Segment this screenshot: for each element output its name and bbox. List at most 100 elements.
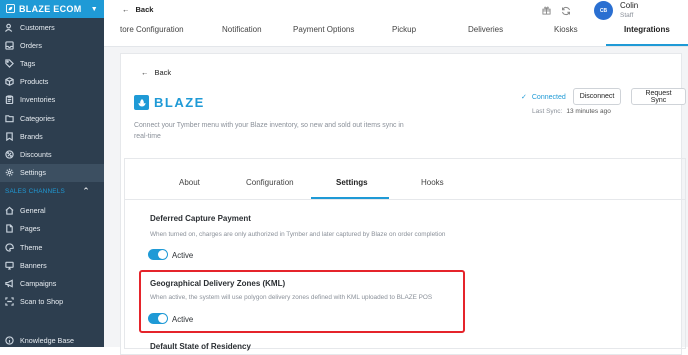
arrow-left-icon: ← (141, 68, 149, 77)
tab-about[interactable]: About (179, 178, 200, 187)
sidebar-item-general[interactable]: General (0, 202, 104, 220)
setting-description: When active, the system will use polygon… (150, 294, 433, 301)
tag-icon (5, 59, 14, 68)
sidebar-item-label: Inventories (20, 95, 56, 105)
inbox-icon (5, 41, 14, 50)
user-name[interactable]: Colin (620, 1, 638, 10)
disconnect-button[interactable]: Disconnect (573, 88, 621, 105)
brand-logo: BLAZE (134, 95, 205, 110)
settings-tabs: tore Configuration Notification Payment … (104, 20, 688, 46)
sidebar-item-campaigns[interactable]: Campaigns (0, 274, 104, 292)
check-icon: ✓ (521, 94, 527, 101)
last-sync: Last Sync: 13 minutes ago (532, 108, 611, 115)
back-label: Back (154, 68, 172, 77)
connection-status-label: Connected (531, 93, 566, 101)
sidebar: BLAZE ECOM ▼ Customers Orders Tags Produ… (0, 0, 104, 347)
info-icon (5, 335, 14, 345)
avatar[interactable]: CB (594, 1, 613, 20)
sidebar-item-label: Brands (20, 131, 43, 141)
back-label: Back (135, 5, 154, 14)
clipboard-icon (5, 95, 14, 105)
sidebar-item-label: Banners (20, 260, 47, 270)
card-back-button[interactable]: ← Back (141, 68, 171, 77)
last-sync-label: Last Sync: (532, 108, 563, 115)
integration-description: Connect your Tymber menu with your Blaze… (134, 122, 404, 140)
palette-icon (5, 242, 14, 252)
sidebar-item-label: Products (20, 77, 49, 87)
arrow-left-icon: ← (122, 5, 130, 14)
sidebar-item-pages[interactable]: Pages (0, 220, 104, 238)
refresh-icon[interactable] (561, 6, 571, 18)
sidebar-item-label: General (20, 206, 46, 216)
tab-kiosks[interactable]: Kiosks (554, 25, 578, 34)
bookmark-icon (6, 132, 13, 141)
tab-pickup[interactable]: Pickup (392, 25, 416, 34)
sidebar-item-label: Scan to Shop (20, 297, 64, 307)
sidebar-item-discounts[interactable]: Discounts (0, 145, 104, 163)
sidebar-item-knowledge-base[interactable]: Knowledge Base (0, 333, 104, 347)
user-role: Staff (620, 12, 634, 19)
gift-icon[interactable] (542, 6, 551, 18)
sidebar-item-scan-to-shop[interactable]: Scan to Shop (0, 293, 104, 311)
tab-settings[interactable]: Settings (336, 178, 368, 187)
gear-icon (5, 168, 14, 177)
sidebar-item-settings[interactable]: Settings (0, 163, 104, 182)
sidebar-item-label: Pages (20, 224, 41, 234)
back-button[interactable]: ← Back (122, 5, 153, 14)
app-logo-text: BLAZE ECOM (19, 4, 82, 14)
sidebar-item-categories[interactable]: Categories (0, 109, 104, 127)
sidebar-item-label: Settings (20, 168, 46, 178)
sidebar-item-label: Theme (20, 242, 43, 252)
toggle-knob (158, 314, 167, 323)
sidebar-item-label: Discounts (20, 149, 52, 159)
active-tab-indicator (606, 44, 688, 46)
sidebar-item-theme[interactable]: Theme (0, 238, 104, 256)
leaf-icon (5, 3, 15, 15)
deferred-capture-toggle[interactable] (148, 249, 168, 260)
sidebar-item-banners[interactable]: Banners (0, 256, 104, 274)
tab-payment-options[interactable]: Payment Options (293, 25, 354, 34)
monitor-icon (5, 261, 14, 270)
box-icon (5, 77, 14, 87)
sidebar-item-label: Categories (20, 113, 55, 123)
sidebar-item-brands[interactable]: Brands (0, 127, 104, 145)
folder-icon (5, 114, 14, 122)
toggle-label: Active (172, 315, 194, 324)
sidebar-item-label: Tags (20, 58, 36, 68)
app-logo[interactable]: BLAZE ECOM ▼ (0, 0, 104, 18)
megaphone-icon (5, 279, 13, 288)
geo-delivery-zones-toggle[interactable] (148, 313, 168, 324)
sidebar-item-inventories[interactable]: Inventories (0, 91, 104, 109)
top-bar: ← Back CB Colin Staff tore Configuration… (104, 0, 688, 47)
tab-hooks[interactable]: Hooks (421, 178, 444, 187)
section-label: SALES CHANNELS (5, 188, 65, 196)
tab-notification[interactable]: Notification (222, 25, 262, 34)
sidebar-item-customers[interactable]: Customers (0, 18, 104, 36)
tab-store-configuration[interactable]: tore Configuration (120, 25, 184, 34)
chevron-up-icon[interactable]: ⌃ (82, 186, 90, 197)
sidebar-item-label: Orders (20, 40, 42, 50)
sidebar-item-orders[interactable]: Orders (0, 36, 104, 54)
users-icon (5, 23, 13, 32)
brand-name: BLAZE (154, 95, 205, 110)
caret-down-icon[interactable]: ▼ (91, 6, 98, 13)
toggle-label: Active (172, 251, 194, 260)
tab-configuration[interactable]: Configuration (246, 178, 294, 187)
setting-title: Deferred Capture Payment (150, 214, 251, 223)
toggle-knob (158, 250, 167, 259)
connection-status: ✓ Connected (521, 93, 566, 102)
sidebar-item-label: Knowledge Base (20, 335, 74, 345)
sidebar-item-label: Customers (20, 22, 55, 32)
scan-icon (5, 297, 14, 306)
setting-description: When turned on, charges are only authori… (150, 231, 446, 238)
sidebar-item-tags[interactable]: Tags (0, 54, 104, 72)
leaf-icon (134, 95, 149, 110)
sidebar-item-products[interactable]: Products (0, 73, 104, 91)
top-icons (542, 6, 571, 18)
tab-deliveries[interactable]: Deliveries (468, 25, 503, 34)
setting-title: Geographical Delivery Zones (KML) (150, 279, 286, 288)
tab-divider (125, 199, 685, 200)
sales-channels-section[interactable]: SALES CHANNELS ⌃ (0, 182, 104, 202)
request-sync-button[interactable]: Request Sync (631, 88, 686, 105)
tab-integrations[interactable]: Integrations (624, 25, 670, 34)
